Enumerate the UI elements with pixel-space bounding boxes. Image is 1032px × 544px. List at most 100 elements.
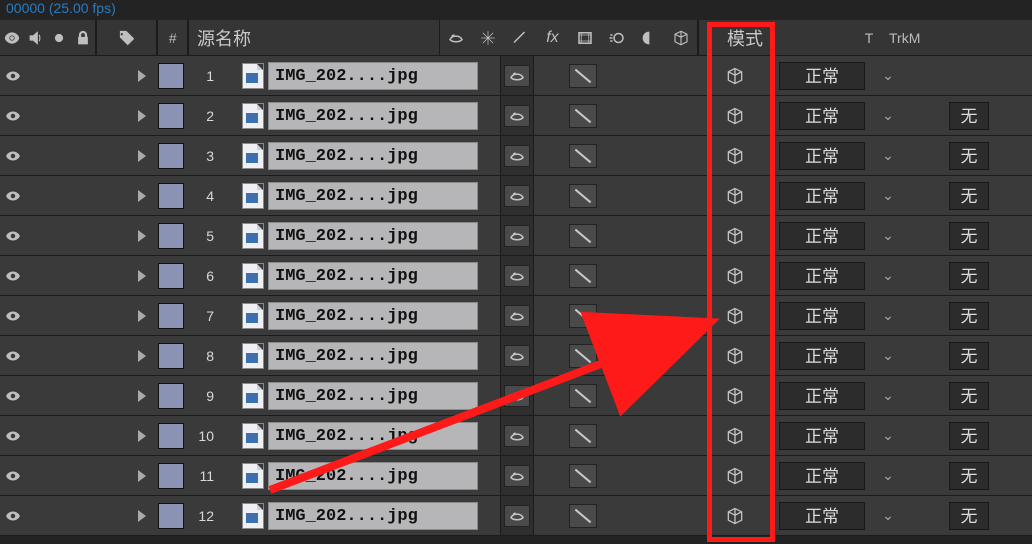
quality-switch[interactable] — [564, 496, 602, 535]
adjustment-layer-icon[interactable] — [638, 27, 660, 49]
visibility-toggle[interactable] — [0, 216, 26, 255]
blend-mode-dropdown[interactable]: 正常 — [779, 62, 865, 90]
quality-switch[interactable] — [564, 136, 602, 175]
layer-source-name[interactable]: IMG_202....jpg — [268, 102, 478, 130]
collapse-switch[interactable] — [534, 216, 564, 255]
audio-toggle[interactable] — [26, 496, 52, 535]
motion-blur-switch[interactable] — [662, 216, 690, 255]
3d-layer-header-icon[interactable] — [670, 27, 692, 49]
chevron-down-icon[interactable]: ⌄ — [870, 256, 906, 295]
shy-switch[interactable] — [500, 56, 534, 95]
label-color[interactable] — [154, 136, 188, 175]
blend-mode-dropdown[interactable]: 正常 — [779, 502, 865, 530]
lock-toggle[interactable] — [74, 256, 96, 295]
shy-header-icon[interactable] — [445, 27, 467, 49]
track-matte-dropdown[interactable]: 无 — [949, 102, 989, 130]
layer-row[interactable]: 1 IMG_202....jpg 正常 ⌄ — [0, 56, 1032, 96]
quality-switch[interactable] — [564, 176, 602, 215]
motion-blur-switch[interactable] — [662, 56, 690, 95]
track-matte-dropdown[interactable]: 无 — [949, 422, 989, 450]
lock-toggle[interactable] — [74, 136, 96, 175]
twirl-icon[interactable] — [130, 176, 154, 215]
frame-blend-switch[interactable] — [632, 456, 662, 495]
chevron-down-icon[interactable]: ⌄ — [870, 216, 906, 255]
track-matte-dropdown[interactable]: 无 — [949, 382, 989, 410]
label-color[interactable] — [154, 176, 188, 215]
shy-switch[interactable] — [500, 456, 534, 495]
layer-source-name[interactable]: IMG_202....jpg — [268, 62, 478, 90]
chevron-down-icon[interactable]: ⌄ — [870, 376, 906, 415]
source-name-header[interactable]: 源名称 — [189, 25, 259, 51]
shy-switch[interactable] — [500, 416, 534, 455]
collapse-switch[interactable] — [534, 136, 564, 175]
layer-source-name[interactable]: IMG_202....jpg — [268, 262, 478, 290]
quality-switch[interactable] — [564, 256, 602, 295]
collapse-switch[interactable] — [534, 456, 564, 495]
chevron-down-icon[interactable]: ⌄ — [870, 456, 906, 495]
3d-layer-switch[interactable] — [718, 176, 752, 215]
adjustment-switch[interactable] — [690, 416, 718, 455]
eye-icon[interactable] — [1, 27, 23, 49]
frame-blend-switch[interactable] — [632, 416, 662, 455]
label-color[interactable] — [154, 56, 188, 95]
twirl-icon[interactable] — [130, 216, 154, 255]
visibility-toggle[interactable] — [0, 256, 26, 295]
lock-toggle[interactable] — [74, 96, 96, 135]
shy-switch[interactable] — [500, 376, 534, 415]
quality-switch[interactable] — [564, 376, 602, 415]
motion-blur-switch[interactable] — [662, 296, 690, 335]
3d-layer-switch[interactable] — [718, 56, 752, 95]
blend-mode-header[interactable]: 模式 — [719, 25, 771, 51]
layer-source-name[interactable]: IMG_202....jpg — [268, 382, 478, 410]
motion-blur-switch[interactable] — [662, 96, 690, 135]
shy-switch[interactable] — [500, 216, 534, 255]
collapse-star-icon[interactable] — [477, 27, 499, 49]
collapse-switch[interactable] — [534, 416, 564, 455]
fx-switch[interactable] — [602, 216, 632, 255]
track-matte-dropdown[interactable]: 无 — [949, 142, 989, 170]
shy-switch[interactable] — [500, 176, 534, 215]
audio-toggle[interactable] — [26, 96, 52, 135]
lock-icon[interactable] — [72, 27, 94, 49]
track-matte-dropdown[interactable]: 无 — [949, 502, 989, 530]
adjustment-switch[interactable] — [690, 456, 718, 495]
audio-toggle[interactable] — [26, 336, 52, 375]
shy-switch[interactable] — [500, 256, 534, 295]
chevron-down-icon[interactable]: ⌄ — [870, 496, 906, 535]
blend-mode-dropdown[interactable]: 正常 — [779, 142, 865, 170]
fx-switch[interactable] — [602, 96, 632, 135]
adjustment-switch[interactable] — [690, 136, 718, 175]
chevron-down-icon[interactable]: ⌄ — [870, 416, 906, 455]
motion-blur-switch[interactable] — [662, 496, 690, 535]
layer-source-name[interactable]: IMG_202....jpg — [268, 462, 478, 490]
track-matte-dropdown[interactable]: 无 — [949, 262, 989, 290]
collapse-switch[interactable] — [534, 376, 564, 415]
twirl-icon[interactable] — [130, 136, 154, 175]
visibility-toggle[interactable] — [0, 336, 26, 375]
frame-blend-switch[interactable] — [632, 56, 662, 95]
audio-toggle[interactable] — [26, 256, 52, 295]
frame-blend-switch[interactable] — [632, 496, 662, 535]
chevron-down-icon[interactable]: ⌄ — [870, 96, 906, 135]
track-matte-dropdown[interactable]: 无 — [949, 342, 989, 370]
motion-blur-switch[interactable] — [662, 176, 690, 215]
track-matte-dropdown[interactable]: 无 — [949, 182, 989, 210]
chevron-down-icon[interactable]: ⌄ — [870, 336, 906, 375]
layer-row[interactable]: 9 IMG_202....jpg 正常 ⌄ 无 — [0, 376, 1032, 416]
visibility-toggle[interactable] — [0, 456, 26, 495]
quality-switch[interactable] — [564, 56, 602, 95]
collapse-switch[interactable] — [534, 256, 564, 295]
quality-switch[interactable] — [564, 336, 602, 375]
audio-toggle[interactable] — [26, 176, 52, 215]
motion-blur-switch[interactable] — [662, 456, 690, 495]
track-matte-dropdown[interactable]: 无 — [949, 462, 989, 490]
motion-blur-switch[interactable] — [662, 336, 690, 375]
adjustment-switch[interactable] — [690, 56, 718, 95]
quality-switch[interactable] — [564, 456, 602, 495]
quality-switch[interactable] — [564, 296, 602, 335]
3d-layer-switch[interactable] — [718, 416, 752, 455]
motion-blur-switch[interactable] — [662, 416, 690, 455]
track-matte-dropdown[interactable]: 无 — [949, 302, 989, 330]
audio-toggle[interactable] — [26, 456, 52, 495]
label-color[interactable] — [154, 216, 188, 255]
